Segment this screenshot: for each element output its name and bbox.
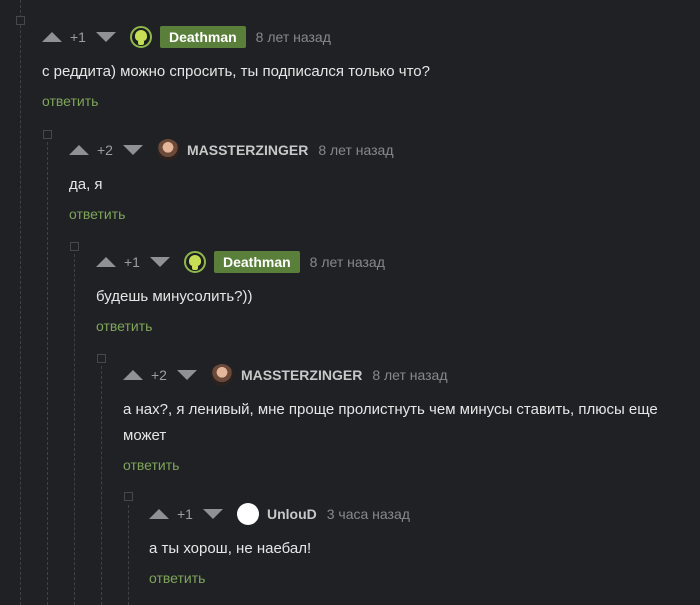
arrow-down-icon[interactable]: [176, 370, 197, 380]
comment-text: будешь минусолить?)): [96, 288, 253, 305]
arrow-down-icon[interactable]: [95, 32, 116, 42]
comment-author[interactable]: MASSTERZINGER: [187, 142, 308, 158]
comment-header: +1 Deathman 8 лет назад: [96, 250, 700, 274]
comment-author[interactable]: Deathman: [213, 251, 300, 273]
collapse-toggle[interactable]: [43, 130, 52, 139]
skull-avatar-icon[interactable]: [129, 26, 152, 48]
comment-time[interactable]: 8 лет назад: [318, 142, 393, 158]
thread-line[interactable]: [20, 0, 21, 605]
comment: +1 Deathman 8 лет назад с реддита) можно…: [42, 25, 700, 111]
arrow-up-icon[interactable]: [69, 145, 89, 155]
comment-header: +2 MASSTERZINGER 8 лет назад: [69, 138, 700, 162]
blank-avatar[interactable]: [236, 503, 259, 525]
skull-avatar-icon[interactable]: [183, 251, 206, 273]
arrow-up-icon[interactable]: [42, 32, 62, 42]
arrow-up-icon[interactable]: [96, 257, 116, 267]
reply-link[interactable]: ответить: [69, 206, 125, 222]
user-photo-avatar[interactable]: [210, 364, 233, 386]
comment-text: да, я: [69, 176, 103, 193]
comment-rating: +2: [151, 367, 167, 383]
comment-header: +1 Deathman 8 лет назад: [42, 25, 700, 49]
comment-text: а нах?, я ленивый, мне проще пролистнуть…: [123, 401, 658, 444]
comment-thread: +1 Deathman 8 лет назад с реддита) можно…: [0, 0, 700, 605]
comment: +1 UnlouD 3 часа назад а ты хорош, не на…: [149, 502, 700, 588]
thread-line[interactable]: [101, 366, 102, 605]
arrow-up-icon[interactable]: [123, 370, 143, 380]
comment-author[interactable]: MASSTERZINGER: [241, 367, 362, 383]
collapse-toggle[interactable]: [97, 354, 106, 363]
thread-line[interactable]: [128, 505, 129, 605]
thread-line[interactable]: [47, 142, 48, 605]
reply-link[interactable]: ответить: [123, 457, 179, 473]
reply-link[interactable]: ответить: [42, 93, 98, 109]
arrow-down-icon[interactable]: [122, 145, 143, 155]
comment-rating: +2: [97, 142, 113, 158]
arrow-down-icon[interactable]: [202, 509, 223, 519]
user-photo-avatar[interactable]: [156, 139, 179, 161]
comment-header: +1 UnlouD 3 часа назад: [149, 502, 700, 526]
comment-text: с реддита) можно спросить, ты подписался…: [42, 63, 430, 80]
comment-author[interactable]: UnlouD: [267, 506, 317, 522]
comment-text: а ты хорош, не наебал!: [149, 540, 312, 557]
comment-time[interactable]: 8 лет назад: [310, 254, 385, 270]
comment: +2 MASSTERZINGER 8 лет назад да, я ответ…: [69, 138, 700, 224]
reply-link[interactable]: ответить: [96, 318, 152, 334]
comment-rating: +1: [177, 506, 193, 522]
reply-link[interactable]: ответить: [149, 570, 205, 586]
arrow-up-icon[interactable]: [149, 509, 169, 519]
comment-time[interactable]: 8 лет назад: [256, 29, 331, 45]
comment-rating: +1: [124, 254, 140, 270]
comment-rating: +1: [70, 29, 86, 45]
comment-time[interactable]: 8 лет назад: [372, 367, 447, 383]
thread-line[interactable]: [74, 254, 75, 605]
collapse-toggle[interactable]: [124, 492, 133, 501]
comment-time[interactable]: 3 часа назад: [327, 506, 410, 522]
comment-author[interactable]: Deathman: [159, 26, 246, 48]
comment: +2 MASSTERZINGER 8 лет назад а нах?, я л…: [123, 363, 700, 475]
arrow-down-icon[interactable]: [149, 257, 170, 267]
comment: +1 Deathman 8 лет назад будешь минусолит…: [96, 250, 700, 336]
collapse-toggle[interactable]: [70, 242, 79, 251]
collapse-toggle[interactable]: [16, 16, 25, 25]
comment-header: +2 MASSTERZINGER 8 лет назад: [123, 363, 700, 387]
